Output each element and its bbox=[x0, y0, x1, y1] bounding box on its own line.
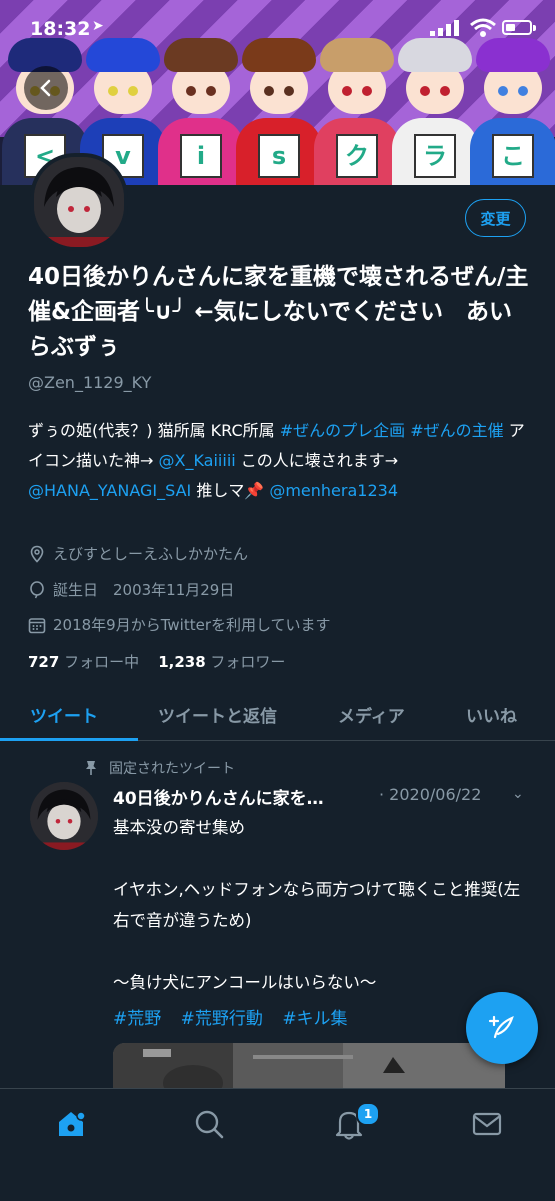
following-count: 727 bbox=[28, 653, 60, 671]
calendar-icon bbox=[28, 617, 46, 633]
location-arrow-icon: ➤ bbox=[92, 18, 104, 34]
bio-text: ずぅの姫(代表？) 猫所属 KRC所属 bbox=[28, 421, 280, 440]
search-icon[interactable] bbox=[192, 1107, 226, 1141]
tweet-hashtags: #荒野 #荒野行動 #キル集 bbox=[113, 1004, 362, 1029]
avatar-illustration bbox=[34, 157, 124, 247]
edit-profile-button[interactable]: 変更 bbox=[465, 199, 526, 237]
active-tab-indicator bbox=[0, 738, 138, 741]
tweet-line: 基本没の寄せ集め bbox=[113, 818, 245, 837]
tweet-avatar[interactable] bbox=[30, 782, 98, 850]
compose-tweet-button[interactable] bbox=[466, 992, 538, 1064]
hashtag-link[interactable]: #キル集 bbox=[282, 1009, 347, 1029]
banner-letter-card: ク bbox=[336, 134, 378, 178]
joined-row: 2018年9月からTwitterを利用しています bbox=[28, 614, 331, 635]
user-handle: @Zen_1129_KY bbox=[28, 373, 152, 392]
character-eye bbox=[186, 86, 196, 96]
character-eye bbox=[342, 86, 352, 96]
status-time: 18:32 bbox=[30, 18, 91, 40]
tab-likes[interactable]: いいね bbox=[466, 702, 517, 727]
chevron-left-icon bbox=[40, 79, 51, 97]
banner-character: ク bbox=[314, 38, 400, 185]
banner-character: i bbox=[158, 38, 244, 185]
pinned-label: 固定されたツイート bbox=[109, 761, 235, 777]
status-bar: 18:32 ➤ bbox=[0, 0, 555, 44]
character-eye bbox=[362, 86, 372, 96]
followers-label: フォロワー bbox=[210, 653, 286, 671]
tweet-line: 〜負け犬にアンコールはいらない〜 bbox=[113, 973, 377, 992]
character-eye bbox=[264, 86, 274, 96]
tweet-video-thumbnail[interactable] bbox=[113, 1043, 505, 1093]
pinned-label-row: 固定されたツイート bbox=[83, 758, 235, 778]
banner-character: こ bbox=[470, 38, 555, 185]
back-button[interactable] bbox=[24, 66, 68, 110]
following-link[interactable]: 727 フォロー中 bbox=[28, 653, 139, 671]
birthday-text: 誕生日 2003年11月29日 bbox=[53, 581, 235, 599]
banner-letter-card: ラ bbox=[414, 134, 456, 178]
bio-text: この人に壊されます→ bbox=[235, 451, 399, 470]
pin-icon bbox=[86, 761, 96, 775]
battery-icon bbox=[502, 20, 532, 35]
banner-letter-card: s bbox=[258, 134, 300, 178]
tweet-date: · 2020/06/22 bbox=[379, 785, 482, 804]
profile-avatar[interactable] bbox=[30, 153, 128, 251]
follow-stats: 727 フォロー中 1,238 フォロワー bbox=[28, 651, 285, 672]
signal-icon bbox=[430, 20, 459, 36]
location-row: えびすとしーえふしかかたん bbox=[28, 543, 248, 564]
character-eye bbox=[498, 86, 508, 96]
banner-letter-card: こ bbox=[492, 134, 534, 178]
hashtag-link[interactable]: #荒野行動 bbox=[181, 1009, 263, 1029]
tab-tweets-replies[interactable]: ツイートと返信 bbox=[158, 702, 277, 727]
bio-mention-link[interactable]: @HANA_YANAGI_SAI bbox=[28, 481, 191, 500]
banner-letter-card: i bbox=[180, 134, 222, 178]
birthday-row: 誕生日 2003年11月29日 bbox=[28, 579, 234, 600]
character-eye bbox=[128, 86, 138, 96]
avatar-illustration bbox=[30, 782, 98, 850]
tab-media[interactable]: メディア bbox=[338, 702, 405, 727]
tab-tweets[interactable]: ツイート bbox=[30, 702, 98, 727]
followers-count: 1,238 bbox=[158, 653, 206, 671]
bottom-navigation: 1 bbox=[0, 1088, 555, 1201]
profile-tabs: ツイート ツイートと返信 メディア いいね bbox=[0, 690, 555, 741]
bio: ずぅの姫(代表？) 猫所属 KRC所属 #ぜんのプレ企画 #ぜんの主催 アイコン… bbox=[28, 416, 533, 506]
notification-badge: 1 bbox=[356, 1102, 380, 1126]
bio-mention-link[interactable]: @X_Kaiiiii bbox=[159, 451, 236, 470]
wifi-icon bbox=[470, 18, 496, 37]
banner-character: s bbox=[236, 38, 322, 185]
video-frame bbox=[113, 1043, 505, 1093]
location-pin-icon bbox=[30, 545, 44, 563]
character-eye bbox=[108, 86, 118, 96]
joined-text: 2018年9月からTwitterを利用しています bbox=[53, 616, 331, 634]
balloon-icon bbox=[30, 580, 44, 598]
tweet-line: イヤホン,ヘッドフォンなら両方つけて聴くこと推奨(左右で音が違うため) bbox=[113, 880, 521, 930]
bio-hashtag-link[interactable]: #ぜんの主催 bbox=[410, 421, 503, 440]
bio-mention-link[interactable]: @menhera1234 bbox=[269, 481, 398, 500]
chevron-down-icon[interactable]: ⌄ bbox=[512, 786, 524, 802]
following-label: フォロー中 bbox=[64, 653, 140, 671]
location-text: えびすとしーえふしかかたん bbox=[53, 545, 249, 563]
bio-hashtag-link[interactable]: #ぜんのプレ企画 bbox=[280, 421, 405, 440]
banner-character: ラ bbox=[392, 38, 478, 185]
character-eye bbox=[420, 86, 430, 96]
character-eye bbox=[206, 86, 216, 96]
battery-nub bbox=[533, 25, 536, 31]
followers-link[interactable]: 1,238 フォロワー bbox=[158, 653, 285, 671]
tweet-author-name[interactable]: 40日後かりんさんに家を… bbox=[113, 784, 324, 809]
character-eye bbox=[284, 86, 294, 96]
home-icon[interactable] bbox=[54, 1107, 88, 1141]
character-eye bbox=[440, 86, 450, 96]
hashtag-link[interactable]: #荒野 bbox=[113, 1009, 161, 1029]
character-eye bbox=[518, 86, 528, 96]
tweet-text: 基本没の寄せ集め イヤホン,ヘッドフォンなら両方つけて聴くこと推奨(左右で音が違… bbox=[113, 812, 533, 998]
messages-mail-icon[interactable] bbox=[470, 1107, 504, 1141]
display-name: 40日後かりんさんに家を重機で壊されるぜん/主催&企画者╰∪╯ ←気にしないでく… bbox=[28, 264, 529, 360]
bio-text: 推しマ📌 bbox=[191, 481, 270, 500]
compose-feather-icon bbox=[488, 1015, 514, 1039]
